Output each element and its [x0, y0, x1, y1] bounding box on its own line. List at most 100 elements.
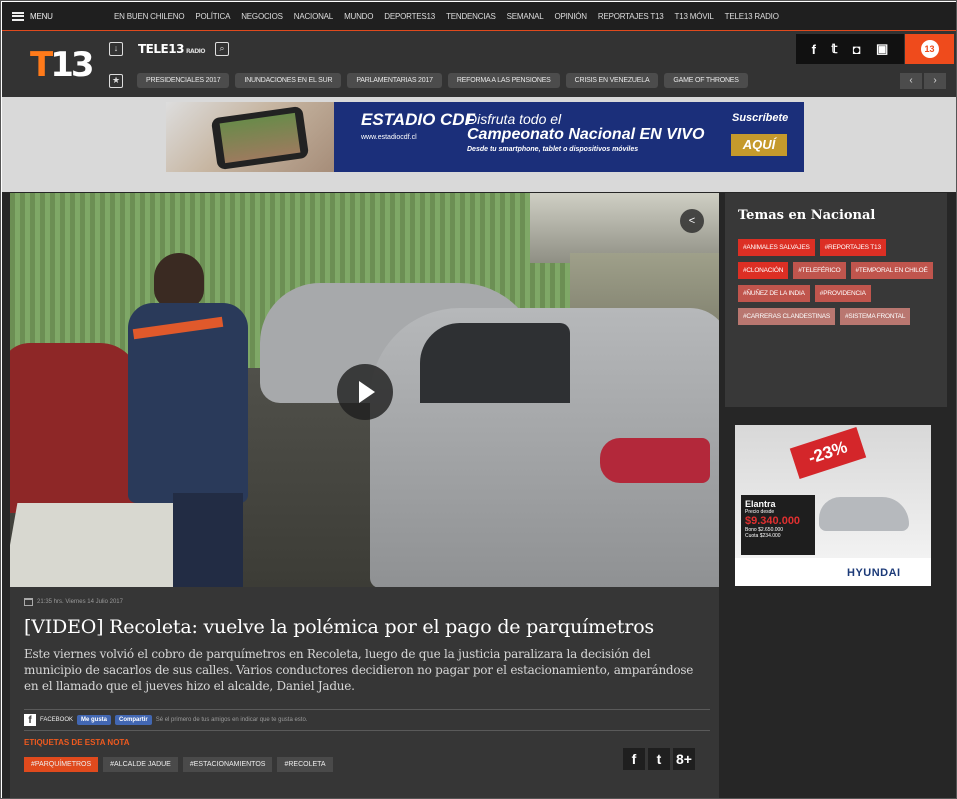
datetime-text: 21:35 hrs. Viernes 14 Julio 2017	[37, 599, 123, 605]
chevron-right-icon[interactable]: ›	[924, 73, 946, 89]
tele13-radio-brand[interactable]: TELE13 RADIO	[138, 42, 206, 56]
tags-title: ETIQUETAS DE ESTA NOTA	[24, 738, 130, 747]
topic-chip[interactable]: #REPORTAJES T13	[819, 239, 886, 256]
trending-tag[interactable]: PARLAMENTARIAS 2017	[347, 73, 442, 88]
trending-arrows: ‹ ›	[900, 73, 946, 89]
profile-button[interactable]: 13	[905, 34, 954, 64]
ad-price-box: Elantra Precio desde $9.340.000 Bono $2.…	[741, 495, 815, 555]
ad-model: Elantra	[745, 499, 776, 509]
like-button[interactable]: Me gusta	[77, 715, 112, 725]
page: MENU EN BUEN CHILENO POLÍTICA NEGOCIOS N…	[0, 0, 957, 799]
hyundai-ad[interactable]: -23% Elantra Precio desde $9.340.000 Bon…	[735, 425, 931, 586]
trending-topics: PRESIDENCIALES 2017 INUNDACIONES EN EL S…	[137, 73, 748, 88]
trending-tag[interactable]: CRISIS EN VENEZUELA	[565, 73, 659, 88]
divider	[24, 709, 710, 710]
menu-button[interactable]: MENU	[2, 11, 100, 21]
banner-line1: Disfruta todo el	[467, 111, 562, 127]
star-icon[interactable]: ★	[109, 74, 123, 88]
share-icon[interactable]: <	[680, 209, 704, 233]
nav-link-mundo[interactable]: MUNDO	[344, 12, 373, 21]
banner-area: ESTADIO CDF www.estadiocdf.cl Disfruta t…	[2, 97, 956, 192]
ad-car-image	[819, 497, 909, 531]
article-tag[interactable]: #ALCALDE JADUE	[103, 757, 178, 772]
instagram-icon[interactable]: ◘	[853, 42, 861, 57]
article-tags: #PARQUÍMETROS #ALCALDE JADUE #ESTACIONAM…	[24, 757, 333, 772]
nav-link-opinion[interactable]: OPINIÓN	[554, 12, 587, 21]
nav-link-nacional[interactable]: NACIONAL	[294, 12, 334, 21]
calendar-icon	[24, 598, 33, 606]
nav-link-t13-movil[interactable]: T13 MÓVIL	[675, 12, 714, 21]
topic-chip[interactable]: #ÑUÑEZ DE LA INDIA	[738, 285, 810, 302]
facebook-label: FACEBOOK	[40, 717, 74, 723]
nav-link-en-buen-chileno[interactable]: EN BUEN CHILENO	[114, 12, 185, 21]
estadio-cdf-banner[interactable]: ESTADIO CDF www.estadiocdf.cl Disfruta t…	[166, 102, 804, 172]
nav-link-tele13-radio[interactable]: TELE13 RADIO	[725, 12, 779, 21]
topic-chip[interactable]: #CARRERAS CLANDESTINAS	[738, 308, 835, 325]
estadio-url: www.estadiocdf.cl	[361, 134, 417, 141]
banner-copy: Disfruta todo el Campeonato Nacional EN …	[467, 112, 704, 157]
nav-link-semanal[interactable]: SEMANAL	[507, 12, 544, 21]
facebook-row: f FACEBOOK Me gusta Compartir Sé el prim…	[24, 714, 307, 726]
nav-links: EN BUEN CHILENO POLÍTICA NEGOCIOS NACION…	[100, 12, 779, 21]
twitter-share-icon[interactable]: t	[648, 748, 670, 770]
youtube-icon[interactable]: ▣	[876, 41, 888, 57]
article: 21:35 hrs. Viernes 14 Julio 2017 [VIDEO]…	[10, 587, 719, 798]
topic-chip[interactable]: #SISTEMA FRONTAL	[839, 308, 911, 325]
sidebar-topics: Temas en Nacional #ANIMALES SALVAJES #RE…	[725, 193, 947, 407]
profile-icon: 13	[920, 40, 939, 58]
video-frame-worker	[128, 253, 258, 587]
nav-link-reportajes[interactable]: REPORTAJES T13	[598, 12, 664, 21]
menu-label: MENU	[30, 11, 53, 21]
topic-chip[interactable]: #TELEFÉRICO	[793, 262, 846, 279]
ad-cuota: Cuota $234.000	[745, 533, 781, 539]
like-hint: Sé el primero de tus amigos en indicar q…	[155, 717, 308, 723]
top-nav: MENU EN BUEN CHILENO POLÍTICA NEGOCIOS N…	[2, 2, 956, 30]
topic-chips: #ANIMALES SALVAJES #REPORTAJES T13 #CLON…	[738, 239, 938, 325]
hamburger-icon	[12, 11, 24, 21]
social-links: f 𝕥 ◘ ▣	[796, 34, 904, 64]
topic-chip[interactable]: #PROVIDENCIA	[814, 285, 871, 302]
facebook-icon[interactable]: f	[812, 42, 816, 57]
banner-line2: Campeonato Nacional EN VIVO	[467, 126, 705, 143]
nav-link-tendencias[interactable]: TENDENCIAS	[446, 12, 496, 21]
ad-price: $9.340.000	[745, 515, 801, 527]
banner-cta-top: Suscríbete	[732, 112, 789, 124]
chevron-left-icon[interactable]: ‹	[900, 73, 922, 89]
facebook-share-icon[interactable]: f	[623, 748, 645, 770]
googleplus-share-icon[interactable]: 8+	[673, 748, 695, 770]
estadio-name: ESTADIO CDF	[361, 110, 475, 129]
twitter-icon[interactable]: 𝕥	[831, 41, 837, 57]
video-frame-car-window	[420, 323, 570, 403]
banner-cta-button[interactable]: AQUÍ	[731, 134, 787, 156]
share-button[interactable]: Compartir	[115, 715, 152, 725]
trending-tag[interactable]: PRESIDENCIALES 2017	[137, 73, 230, 88]
nav-link-politica[interactable]: POLÍTICA	[195, 12, 230, 21]
article-tag[interactable]: #PARQUÍMETROS	[24, 757, 99, 772]
hyundai-logo: HYUNDAI	[847, 567, 901, 579]
banner-line3: Desde tu smartphone, tablet o dispositiv…	[467, 146, 639, 153]
search-icon[interactable]: ⌕	[215, 42, 229, 56]
logo-13: 13	[50, 45, 94, 85]
article-summary: Este viernes volvió el cobro de parquíme…	[24, 647, 694, 693]
estadio-cdf-logo: ESTADIO CDF www.estadiocdf.cl	[361, 110, 475, 145]
trending-tag[interactable]: INUNDACIONES EN EL SUR	[235, 73, 342, 88]
divider	[24, 730, 710, 731]
trending-tag[interactable]: GAME OF THRONES	[664, 73, 748, 88]
video-player[interactable]: <	[10, 193, 719, 587]
download-icon[interactable]: ↓	[109, 42, 123, 56]
article-tag[interactable]: #RECOLETA	[277, 757, 333, 772]
main-content: < 21:35 hrs. Viernes 14 Julio 2017 [VIDE…	[2, 192, 956, 798]
nav-link-negocios[interactable]: NEGOCIOS	[241, 12, 283, 21]
article-tag[interactable]: #ESTACIONAMIENTOS	[182, 757, 273, 772]
trending-tag[interactable]: REFORMA A LAS PENSIONES	[447, 73, 560, 88]
topic-chip[interactable]: #ANIMALES SALVAJES	[738, 239, 815, 256]
play-icon[interactable]	[337, 364, 393, 420]
t13-logo[interactable]: T13	[30, 45, 95, 85]
article-title: [VIDEO] Recoleta: vuelve la polémica por…	[24, 616, 654, 638]
nav-link-deportes13[interactable]: DEPORTES13	[384, 12, 435, 21]
sidebar-title: Temas en Nacional	[738, 208, 876, 223]
article-datetime: 21:35 hrs. Viernes 14 Julio 2017	[24, 598, 123, 606]
topic-chip[interactable]: #TEMPORAL EN CHILOÉ	[850, 262, 933, 279]
topic-chip[interactable]: #CLONACIÓN	[738, 262, 789, 279]
video-frame-red-car	[10, 343, 140, 513]
